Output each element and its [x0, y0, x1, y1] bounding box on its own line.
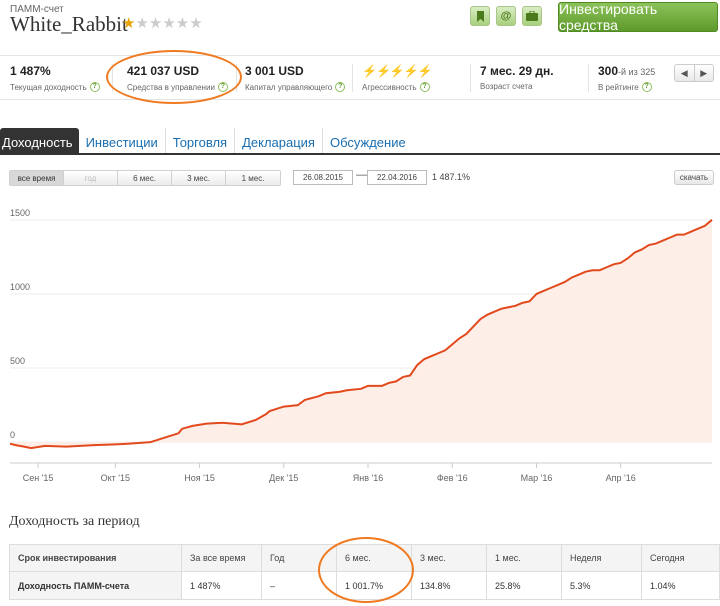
- stat-account-age: 7 мес. 29 дн. Возраст счета: [480, 64, 554, 91]
- invest-button[interactable]: Инвестировать средства: [558, 1, 718, 33]
- y-tick-label: 1000: [10, 282, 30, 292]
- help-icon[interactable]: ?: [89, 82, 100, 92]
- stat-label: Капитал управляющего: [245, 82, 333, 92]
- period-yield-table: Срок инвестирования За все время Год 6 м…: [9, 544, 720, 600]
- stat-label: Агрессивность: [362, 82, 417, 92]
- stat-rating: 300-й из 325 В рейтинге?: [598, 64, 655, 92]
- table-cell: 134.8%: [411, 571, 487, 600]
- account-name[interactable]: White_Rabbit: [10, 12, 128, 37]
- tab-yield[interactable]: Доходность: [0, 128, 79, 153]
- period-title: Доходность за период: [9, 514, 140, 529]
- lightning-icon: ⚡⚡⚡⚡⚡: [362, 64, 433, 78]
- table-header: 6 мес.: [336, 544, 412, 572]
- chart-area: [10, 219, 712, 449]
- section-tabs: Доходность Инвестиции Торговля Деклараци…: [0, 128, 720, 155]
- table-header: За все время: [181, 544, 262, 572]
- table-header: 3 мес.: [411, 544, 487, 572]
- stat-value: 3 001 USD: [245, 64, 304, 78]
- table-header: Сегодня: [641, 544, 720, 572]
- y-tick-label: 500: [10, 356, 25, 366]
- stat-value: 300: [598, 64, 619, 78]
- table-cell: 5.3%: [561, 571, 642, 600]
- stat-value-suffix: -й из 325: [618, 67, 656, 77]
- x-tick-label: Фев '16: [437, 473, 468, 483]
- bookmark-icon[interactable]: [470, 6, 490, 26]
- y-tick-label: 0: [10, 430, 15, 440]
- rating-stars: ★★★★★★: [122, 14, 203, 32]
- stat-value: 7 мес. 29 дн.: [480, 64, 554, 78]
- tab-trading[interactable]: Торговля: [166, 128, 236, 153]
- prev-arrow-icon[interactable]: ◀: [675, 65, 695, 81]
- x-tick-label: Янв '16: [353, 473, 383, 483]
- date-to-input[interactable]: 22.04.2016: [367, 170, 427, 185]
- help-icon[interactable]: ?: [217, 82, 228, 92]
- stat-label: Возраст счета: [480, 82, 533, 91]
- range-3-months[interactable]: 3 мес.: [172, 171, 226, 185]
- x-tick-label: Дек '15: [269, 473, 298, 483]
- yield-chart: 0 500 1000 1500 Сен '15 Окт '15 Ноя '15 Дек '15…: [9, 208, 713, 483]
- table-header-row: Срок инвестирования За все время Год 6 м…: [9, 544, 720, 572]
- help-icon[interactable]: ?: [419, 82, 430, 92]
- table-cell: –: [261, 571, 337, 600]
- table-cell: 1 001.7%: [336, 571, 412, 600]
- tab-declaration[interactable]: Декларация: [235, 128, 323, 153]
- stat-funds-under-management: 421 037 USD Средства в управлении?: [127, 64, 228, 92]
- date-separator: —: [356, 169, 367, 181]
- table-cell: 1 487%: [181, 571, 262, 600]
- download-button[interactable]: скачать: [674, 170, 714, 185]
- table-header: Срок инвестирования: [9, 544, 182, 572]
- star-filled-icon: ★: [122, 15, 136, 32]
- account-stats: 1 487% Текущая доходность? 421 037 USD С…: [0, 55, 720, 100]
- range-6-months[interactable]: 6 мес.: [118, 171, 172, 185]
- divider: [112, 64, 113, 92]
- stat-label: В рейтинге: [598, 82, 639, 92]
- stat-manager-capital: 3 001 USD Капитал управляющего?: [245, 64, 346, 92]
- stat-current-yield: 1 487% Текущая доходность?: [10, 64, 100, 92]
- help-icon[interactable]: ?: [335, 82, 346, 92]
- x-tick-label: Сен '15: [23, 473, 54, 483]
- x-tick-label: Апр '16: [606, 473, 636, 483]
- stat-aggressiveness: ⚡⚡⚡⚡⚡ Агрессивность?: [362, 64, 433, 92]
- table-header: 1 мес.: [486, 544, 562, 572]
- x-tick-label: Мар '16: [521, 473, 553, 483]
- next-arrow-icon[interactable]: ▶: [695, 65, 714, 81]
- range-yield-value: 1 487.1%: [432, 172, 471, 182]
- range-1-month[interactable]: 1 мес.: [226, 171, 280, 185]
- range-all-time[interactable]: все время: [10, 171, 64, 185]
- table-header: Год: [261, 544, 337, 572]
- table-cell: 25.8%: [486, 571, 562, 600]
- tab-investments[interactable]: Инвестиции: [79, 128, 166, 153]
- stat-value: 421 037 USD: [127, 64, 200, 78]
- y-tick-label: 1500: [10, 208, 30, 218]
- stat-label: Средства в управлении: [127, 82, 215, 92]
- at-icon[interactable]: @: [496, 6, 516, 26]
- table-cell: 1.04%: [641, 571, 720, 600]
- table-header: Неделя: [561, 544, 642, 572]
- divider: [588, 64, 589, 92]
- date-from-input[interactable]: 26.08.2015: [293, 170, 353, 185]
- stat-label: Текущая доходность: [10, 82, 87, 92]
- rating-pager: ◀ ▶: [674, 64, 714, 82]
- x-tick-label: Ноя '15: [184, 473, 215, 483]
- x-tick-label: Окт '15: [101, 473, 130, 483]
- table-row: Доходность ПАММ-счета 1 487% – 1 001.7% …: [9, 571, 720, 600]
- briefcase-icon[interactable]: [522, 6, 542, 26]
- range-year[interactable]: год: [64, 171, 118, 185]
- account-header: ПАММ-счет White_Rabbit ★★★★★★ @ Инвестир…: [0, 0, 720, 50]
- table-cell: Доходность ПАММ-счета: [9, 571, 182, 600]
- divider: [236, 64, 237, 92]
- star-empty-icon: ★★★★★: [135, 15, 203, 32]
- range-selector: все время год 6 мес. 3 мес. 1 мес.: [9, 170, 281, 186]
- help-icon[interactable]: ?: [641, 82, 652, 92]
- divider: [352, 64, 353, 92]
- tab-discussion[interactable]: Обсуждение: [323, 128, 413, 153]
- divider: [470, 64, 471, 92]
- stat-value: 1 487%: [10, 64, 51, 78]
